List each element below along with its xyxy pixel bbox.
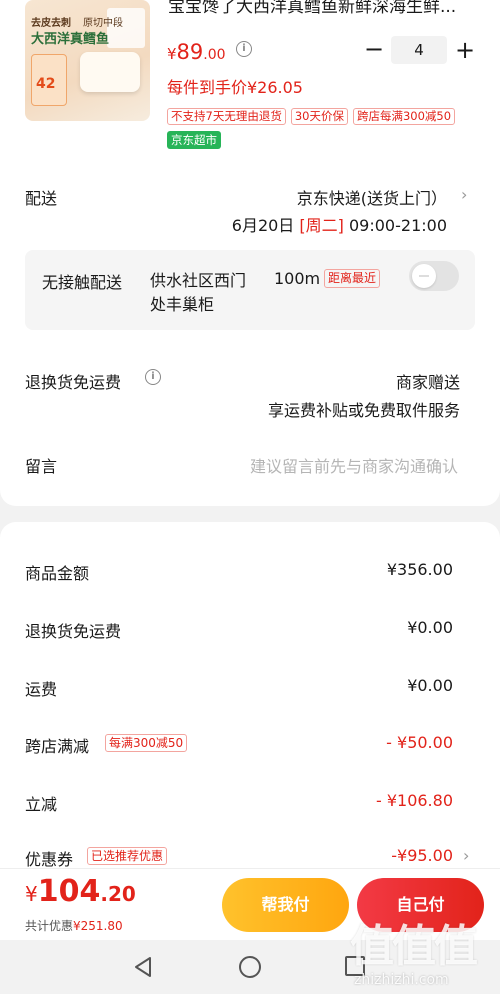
pickup-location: 供水社区西门处丰巢柜 (150, 271, 247, 314)
saved-amount: ¥251.80 (73, 919, 123, 933)
quantity-decrease-button[interactable]: − (364, 37, 384, 62)
quantity-increase-button[interactable]: + (455, 36, 475, 64)
product-thumbnail[interactable]: 去皮去刺 原切中段 大西洋真鳕鱼 42 (25, 0, 150, 121)
thumb-text: 原切中段 (83, 18, 123, 29)
help-me-pay-button[interactable]: 帮我付 (222, 878, 349, 932)
instant-discount-value: - ¥106.80 (375, 791, 453, 810)
delivery-date: 6月20日 (231, 216, 295, 235)
order-item-card: 去皮去刺 原切中段 大西洋真鳕鱼 42 宝宝馋了大西洋真鳕鱼新鲜深海生鲜... … (0, 0, 500, 506)
thumb-text: 去皮去刺 (31, 18, 71, 29)
thumb-price-text: 42 (36, 76, 56, 92)
note-label: 留言 (25, 457, 58, 476)
total-currency: ¥ (25, 882, 38, 906)
price-currency: ¥ (167, 45, 177, 63)
delivery-hours: 09:00-21:00 (349, 216, 447, 235)
watermark-url: zhizhizhi.com (354, 972, 449, 988)
chevron-right-icon[interactable]: › (463, 846, 469, 865)
nearest-badge: 距离最近 (324, 269, 381, 288)
unit-price-text: 每件到手价¥26.05 (167, 78, 303, 97)
watermark-logo: 值值值 (350, 921, 478, 972)
return-shipping-desc: 享运费补贴或免费取件服务 (267, 401, 460, 420)
tag-cross-store: 跨店每满300减50 (352, 108, 456, 125)
product-title[interactable]: 宝宝馋了大西洋真鳕鱼新鲜深海生鲜... (168, 0, 483, 20)
goods-amount-value: ¥356.00 (386, 560, 453, 579)
shipping-value: ¥0.00 (407, 676, 453, 695)
delivery-time[interactable]: 6月20日 [周二] 09:00-21:00 (232, 212, 447, 236)
cross-store-tag: 每满300减50 (105, 734, 188, 752)
total-decimal: .20 (100, 882, 136, 906)
jd-supermarket-badge: 京东超市 (167, 131, 221, 149)
price-info-icon[interactable]: i (236, 41, 252, 57)
price-decimal: .00 (203, 47, 226, 63)
contactless-toggle[interactable] (409, 261, 459, 291)
goods-amount-label: 商品金额 (25, 564, 90, 583)
contactless-delivery-box: 无接触配送 供水社区西门处丰巢柜 100m 距离最近 (25, 250, 475, 330)
delivery-label: 配送 (25, 189, 58, 208)
quantity-input[interactable]: 4 (391, 36, 447, 64)
toggle-knob (412, 264, 436, 288)
thumb-text: 大西洋真鳕鱼 (31, 32, 110, 47)
tag-price-protect: 30天价保 (290, 108, 348, 125)
contactless-label: 无接触配送 (42, 273, 123, 292)
fish-image (80, 52, 140, 92)
pickup-distance: 100m (274, 269, 321, 288)
return-shipping-value: 商家赠送 (395, 373, 460, 392)
shipping-label: 运费 (25, 680, 58, 699)
instant-discount-label: 立减 (25, 795, 58, 814)
total-integer: 104 (37, 874, 101, 909)
saved-label: 共计优惠 (25, 919, 74, 933)
cross-store-label: 跨店满减 (25, 737, 90, 756)
note-input[interactable]: 建议留言前先与商家沟通确认 (250, 453, 458, 477)
back-icon[interactable] (133, 956, 153, 978)
coupon-tag: 已选推荐优惠 (87, 847, 168, 865)
tag-no-return: 不支持7天无理由退货 (167, 108, 286, 125)
watermark: 值值值 zhizhizhi.com (350, 910, 500, 994)
total-saved: 共计优惠¥251.80 (25, 917, 123, 934)
chevron-right-icon[interactable]: › (461, 185, 467, 204)
return-shipping-label: 退换货免运费 (25, 373, 122, 392)
price-integer: 89 (176, 40, 204, 64)
product-price: ¥89.00 (167, 40, 226, 64)
service-tags: 不支持7天无理由退货 30天价保 跨店每满300减50 (167, 108, 456, 125)
delivery-weekday: [周二] (299, 216, 344, 235)
coupon-label: 优惠券 (25, 850, 74, 869)
return-info-icon[interactable]: i (145, 369, 161, 385)
return-fee-value: ¥0.00 (407, 618, 453, 637)
price-summary-card: 商品金额 ¥356.00 退换货免运费 ¥0.00 运费 ¥0.00 跨店满减 … (0, 522, 500, 882)
home-icon[interactable] (239, 956, 261, 978)
cross-store-value: - ¥50.00 (386, 733, 453, 752)
coupon-value[interactable]: -¥95.00 (391, 846, 453, 865)
return-fee-label: 退换货免运费 (25, 622, 122, 641)
delivery-method[interactable]: 京东快递(送货上门） (297, 185, 447, 209)
total-price: ¥104.20 (25, 874, 136, 909)
